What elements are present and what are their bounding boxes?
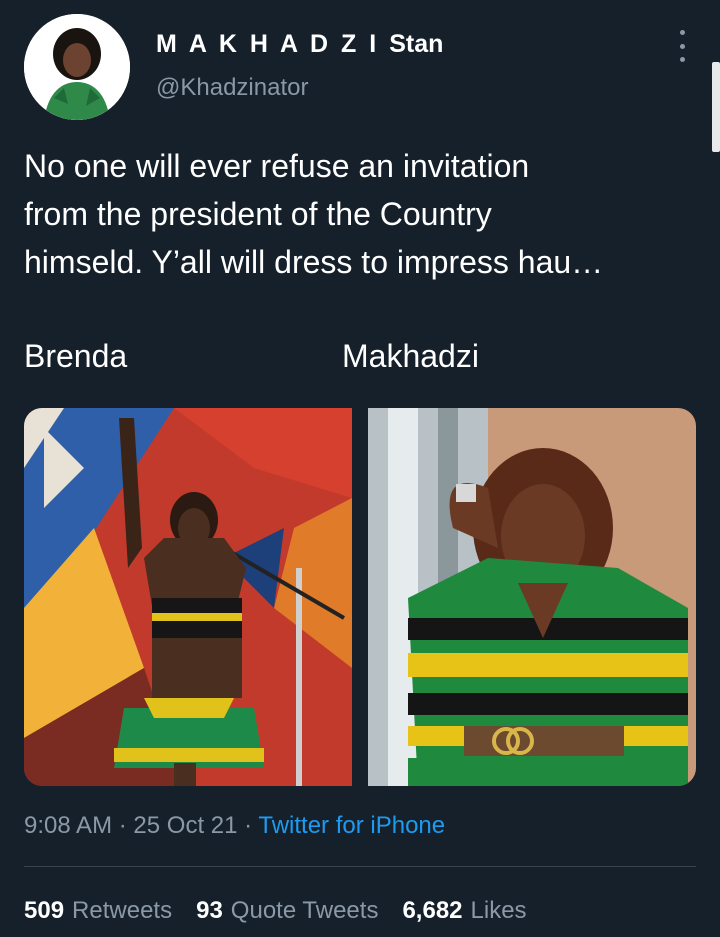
quotes-label: Quote Tweets [230,897,379,924]
tweet-meta: 9:08 AM · 25 Oct 21 · Twitter for iPhone [24,808,445,844]
portrait-photo-icon [368,408,696,786]
more-dot [679,57,685,62]
tweet-text: No one will ever refuse an invitation fr… [24,142,694,286]
display-name-suffix: Stan [389,30,444,58]
display-name-letters: M A K H A D Z I [156,30,380,58]
divider [24,866,696,867]
tweet-stats: 509 Retweets 93 Quote Tweets 6,682 Likes [24,892,527,930]
performer-photo-icon [24,408,352,786]
tweet-source-link[interactable]: Twitter for iPhone [258,812,445,839]
avatar[interactable] [24,14,130,120]
photo-makhadzi[interactable] [368,408,696,786]
tweet-header: M A K H A D Z I Stan @Khadzinator [24,14,696,120]
quotes-count: 93 [196,897,223,924]
caption-brenda: Brenda [24,338,128,374]
likes-stat[interactable]: 6,682 Likes [402,892,526,930]
user-handle[interactable]: @Khadzinator [156,72,443,104]
retweets-count: 509 [24,897,65,924]
media-grid [24,408,696,786]
more-dot [679,30,685,35]
retweets-label: Retweets [72,897,173,924]
meta-separator: · [118,812,127,839]
meta-separator: · [244,812,253,839]
more-options-icon[interactable] [674,30,690,62]
more-dot [679,43,685,49]
retweets-stat[interactable]: 509 Retweets [24,892,172,930]
photo-brenda[interactable] [24,408,352,786]
tweet-text-line: himseld. Y’all will dress to impress hau… [24,244,604,280]
scrollbar[interactable] [712,62,720,152]
display-name[interactable]: M A K H A D Z I Stan [156,28,443,60]
caption-makhadzi: Makhadzi [342,338,479,374]
quote-tweets-stat[interactable]: 93 Quote Tweets [196,892,378,930]
profile-photo-icon [24,14,130,120]
tweet-text-line: No one will ever refuse an invitation [24,148,530,184]
tweet-time[interactable]: 9:08 AM [24,812,112,839]
tweet-date[interactable]: 25 Oct 21 [133,812,237,839]
tweet-text-line: from the president of the Country [24,196,492,232]
likes-count: 6,682 [402,897,463,924]
likes-label: Likes [470,897,527,924]
